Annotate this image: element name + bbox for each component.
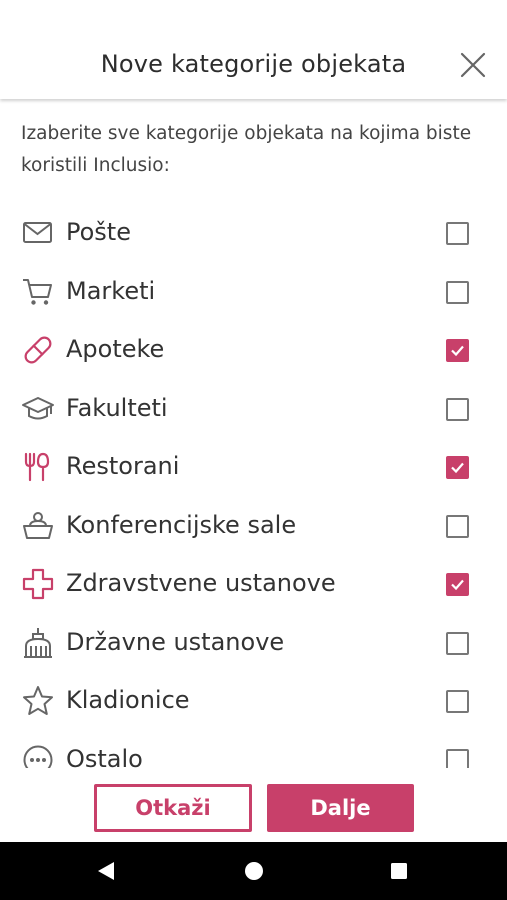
category-label: Ostalo xyxy=(66,745,143,768)
category-checkbox[interactable] xyxy=(446,749,469,768)
checkmark-icon xyxy=(451,579,464,591)
checkmark-icon xyxy=(451,462,464,474)
category-row-zdravstvene-ustanove[interactable]: Zdravstvene ustanove xyxy=(0,555,507,613)
graduation-cap-icon xyxy=(22,397,54,420)
dialog-footer: Otkaži Dalje xyxy=(0,768,507,842)
cart-icon xyxy=(23,279,52,305)
intro-text: Izaberite sve kategorije objekata na koj… xyxy=(21,123,472,176)
cancel-button[interactable]: Otkaži xyxy=(94,784,252,832)
government-building-icon xyxy=(24,628,52,658)
category-row-restorani[interactable]: Restorani xyxy=(0,438,507,496)
category-label: Apoteke xyxy=(66,335,165,363)
category-label: Konferencijske sale xyxy=(66,511,297,539)
category-checkbox[interactable] xyxy=(446,573,469,596)
category-checkbox[interactable] xyxy=(446,281,469,304)
category-row-drzavne-ustanove[interactable]: Državne ustanove xyxy=(0,614,507,672)
page-title: Nove kategorije objekata xyxy=(100,50,407,78)
star-icon xyxy=(23,686,53,715)
home-icon xyxy=(245,862,263,880)
category-label: Restorani xyxy=(66,452,180,480)
category-list[interactable]: Pošte Marketi Apoteke Fakulteti Restoran… xyxy=(0,204,507,768)
category-row-poste[interactable]: Pošte xyxy=(0,204,507,262)
category-checkbox[interactable] xyxy=(446,339,469,362)
dialog-header: Nove kategorije objekata xyxy=(0,0,507,99)
next-button[interactable]: Dalje xyxy=(267,784,414,832)
system-navigation-bar xyxy=(0,842,507,900)
category-row-fakulteti[interactable]: Fakulteti xyxy=(0,380,507,438)
category-checkbox[interactable] xyxy=(446,456,469,479)
category-label: Zdravstvene ustanove xyxy=(66,569,336,597)
category-checkbox[interactable] xyxy=(446,398,469,421)
category-row-kladionice[interactable]: Kladionice xyxy=(0,672,507,730)
category-label: Marketi xyxy=(66,277,156,305)
category-label: Pošte xyxy=(66,218,131,246)
category-checkbox[interactable] xyxy=(446,515,469,538)
cutlery-icon xyxy=(24,452,50,482)
mail-icon xyxy=(23,222,52,243)
category-row-konferencijske-sale[interactable]: Konferencijske sale xyxy=(0,497,507,555)
medical-cross-icon xyxy=(22,568,54,600)
category-row-apoteke[interactable]: Apoteke xyxy=(0,321,507,379)
category-checkbox[interactable] xyxy=(446,632,469,655)
back-icon xyxy=(98,862,114,880)
category-checkbox[interactable] xyxy=(446,690,469,713)
recents-icon xyxy=(391,863,407,879)
conference-icon xyxy=(23,512,53,539)
close-icon xyxy=(460,52,486,78)
checkmark-icon xyxy=(451,345,464,357)
more-icon xyxy=(23,745,53,768)
close-button[interactable] xyxy=(456,48,490,82)
category-checkbox[interactable] xyxy=(446,222,469,245)
category-label: Fakulteti xyxy=(66,394,168,422)
pill-icon xyxy=(24,336,52,364)
nav-recents-button[interactable] xyxy=(369,842,429,900)
category-label: Kladionice xyxy=(66,686,190,714)
nav-home-button[interactable] xyxy=(224,842,284,900)
nav-back-button[interactable] xyxy=(76,842,136,900)
category-label: Državne ustanove xyxy=(66,628,285,656)
category-row-ostalo[interactable]: Ostalo xyxy=(0,731,507,768)
category-row-marketi[interactable]: Marketi xyxy=(0,263,507,321)
